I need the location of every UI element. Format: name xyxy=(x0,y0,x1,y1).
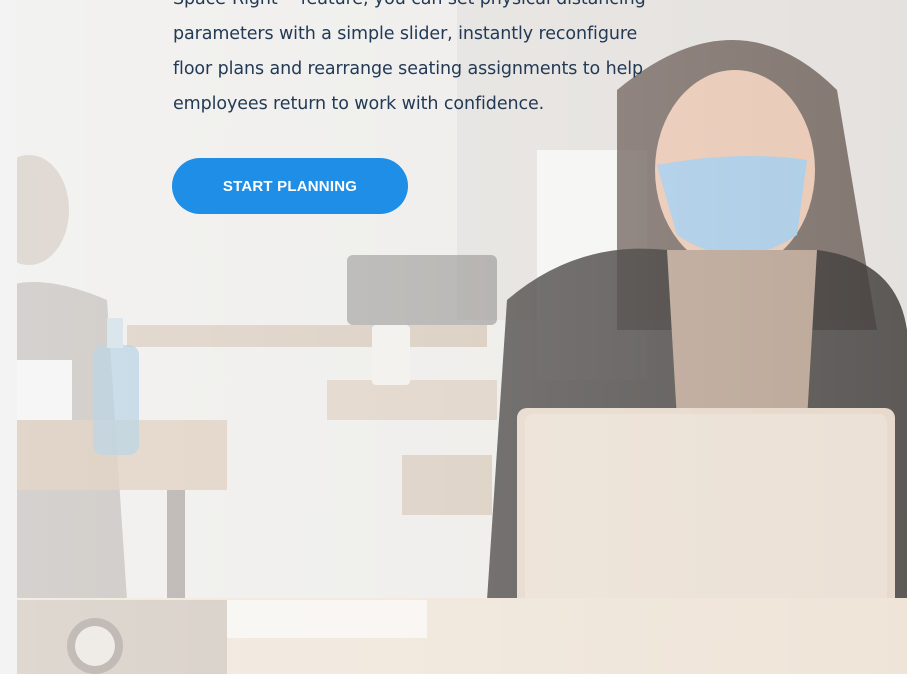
hero-line-4: employees return to work with confidence… xyxy=(173,94,545,114)
hero-copy: Space-Right™ feature, you can set physic… xyxy=(173,0,673,122)
hero-line-2: parameters with a simple slider, instant… xyxy=(173,24,638,44)
hero-line-3: floor plans and rearrange seating assign… xyxy=(173,59,644,79)
hero-section: Space-Right™ feature, you can set physic… xyxy=(17,0,907,674)
left-gutter xyxy=(0,0,17,674)
hero-description: Space-Right™ feature, you can set physic… xyxy=(173,0,673,122)
page: Space-Right™ feature, you can set physic… xyxy=(0,0,907,674)
hero-line-1: Space-Right™ feature, you can set physic… xyxy=(173,0,646,9)
start-planning-button[interactable]: START PLANNING xyxy=(172,158,408,214)
